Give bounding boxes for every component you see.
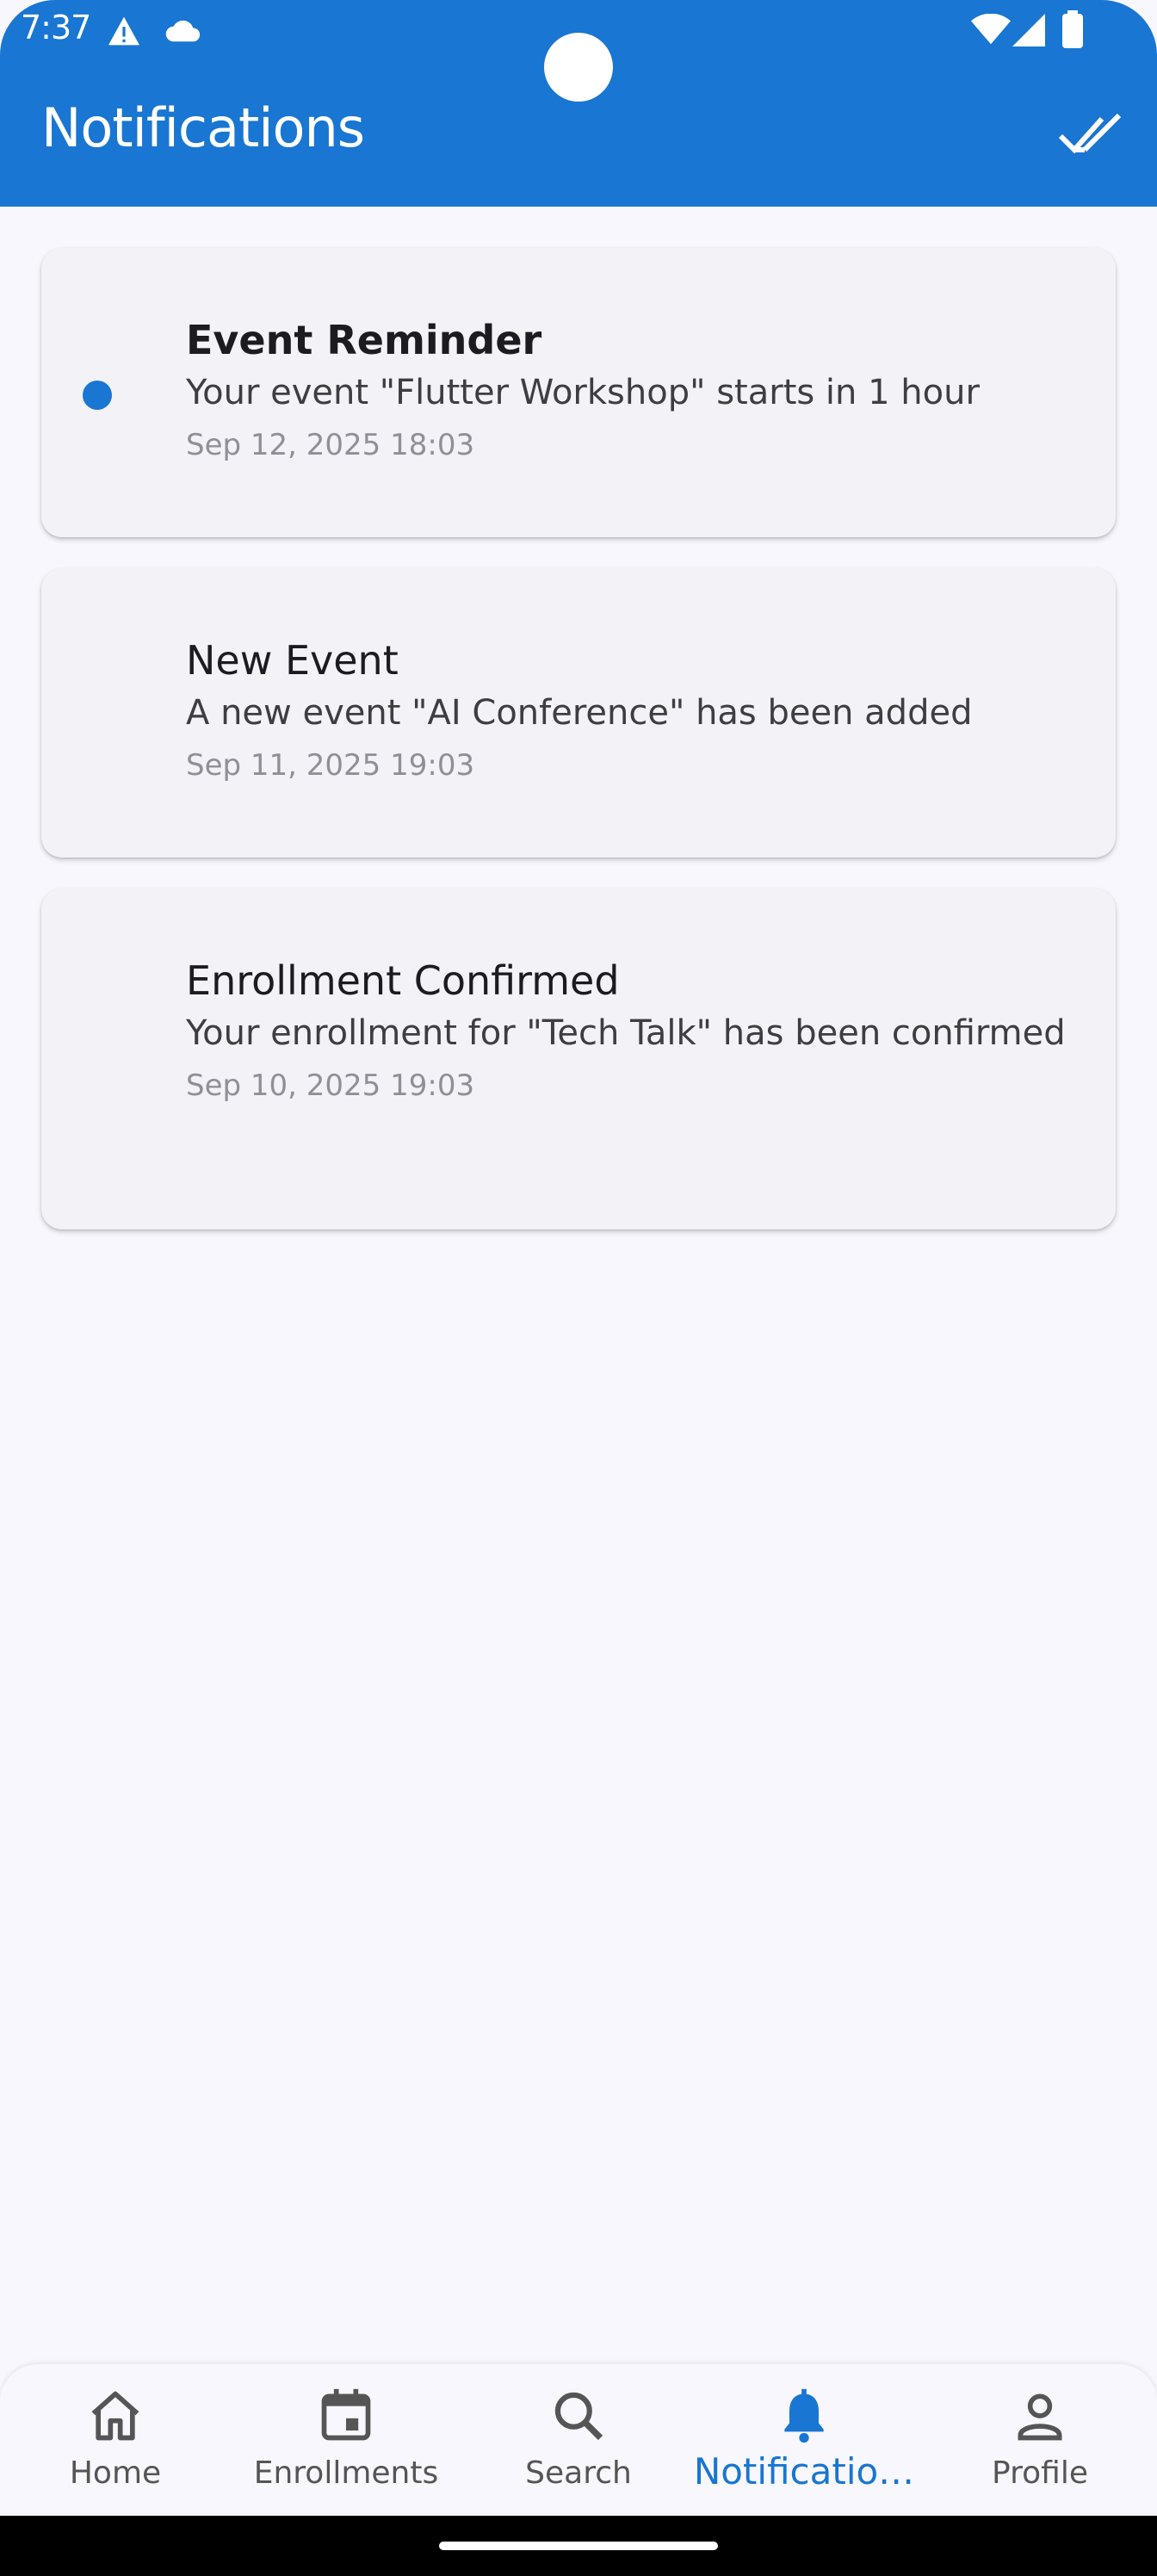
double-check-icon[interactable] <box>1057 108 1126 160</box>
nav-item-notifications[interactable]: Notificatio… <box>689 2364 919 2516</box>
camera-cutout <box>544 33 613 102</box>
nav-label-notifications: Notificatio… <box>693 2450 915 2492</box>
notification-date: Sep 11, 2025 19:03 <box>186 748 475 783</box>
notification-card[interactable]: Enrollment Confirmed Your enrollment for… <box>41 889 1116 1229</box>
nav-label-profile: Profile <box>992 2455 1088 2491</box>
notification-date: Sep 10, 2025 19:03 <box>186 1068 475 1103</box>
nav-label-enrollments: Enrollments <box>253 2455 439 2491</box>
bottom-navigation: Home Enrollments Search Notificatio… Pro… <box>0 2364 1157 2516</box>
calendar-icon <box>321 2388 371 2441</box>
home-gesture-handle[interactable] <box>439 2542 718 2550</box>
search-icon <box>554 2392 603 2441</box>
notification-list: Event Reminder Your event "Flutter Works… <box>41 248 1116 1260</box>
wifi-icon <box>971 14 1011 45</box>
nav-item-profile[interactable]: Profile <box>925 2364 1155 2516</box>
nav-item-enrollments[interactable]: Enrollments <box>231 2364 461 2516</box>
notification-message: Your enrollment for "Tech Talk" has been… <box>186 1013 1066 1053</box>
bell-icon <box>784 2388 824 2443</box>
cloud-icon <box>165 20 201 42</box>
signal-icon <box>1012 14 1045 46</box>
notification-content: Event Reminder Your event "Flutter Works… <box>186 315 1081 467</box>
notification-title: Enrollment Confirmed <box>186 957 620 1004</box>
page-title: Notifications <box>41 96 365 159</box>
notification-date: Sep 12, 2025 18:03 <box>186 428 475 462</box>
warning-icon <box>108 16 139 46</box>
nav-item-search[interactable]: Search <box>463 2364 694 2516</box>
notification-content: Enrollment Confirmed Your enrollment for… <box>186 956 1081 1107</box>
unread-indicator-dot <box>83 381 112 410</box>
nav-label-search: Search <box>525 2455 632 2491</box>
home-icon <box>91 2391 139 2441</box>
app-header: 7:37 Notifications <box>0 0 1157 207</box>
battery-icon <box>1062 10 1083 48</box>
system-gesture-bar <box>0 2516 1157 2576</box>
notification-message: Your event "Flutter Workshop" starts in … <box>186 373 980 412</box>
person-icon <box>1018 2393 1062 2441</box>
notification-card[interactable]: Event Reminder Your event "Flutter Works… <box>41 248 1116 537</box>
notification-title: New Event <box>186 637 399 684</box>
nav-item-home[interactable]: Home <box>0 2364 231 2516</box>
nav-label-home: Home <box>69 2455 162 2491</box>
status-time: 7:37 <box>21 9 91 46</box>
notification-content: New Event A new event "AI Conference" ha… <box>186 635 1081 787</box>
notification-message: A new event "AI Conference" has been add… <box>186 693 973 733</box>
notification-card[interactable]: New Event A new event "AI Conference" ha… <box>41 568 1116 858</box>
notification-title: Event Reminder <box>186 317 542 363</box>
